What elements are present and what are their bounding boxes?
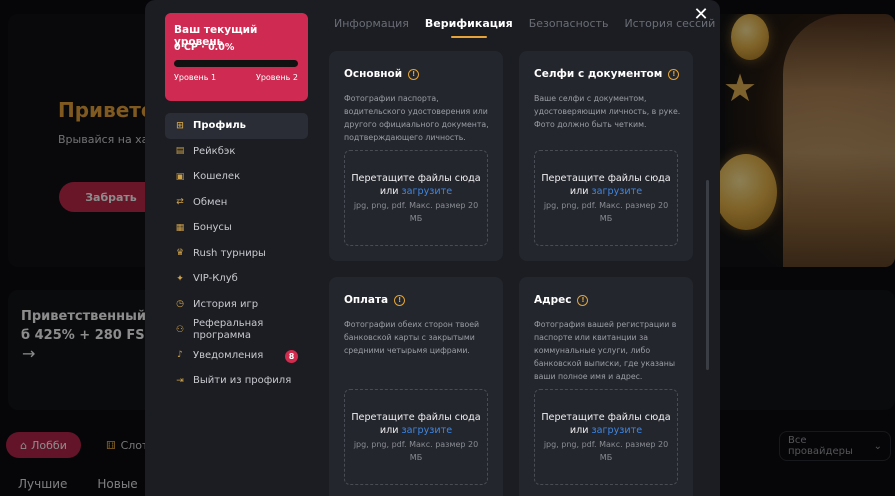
- menu-item-rush-tournaments[interactable]: ♛ Rush турниры: [165, 241, 308, 267]
- menu-item-label: Рейкбэк: [193, 145, 236, 157]
- info-icon[interactable]: !: [394, 294, 406, 306]
- info-icon[interactable]: !: [577, 294, 589, 306]
- tab-security[interactable]: Безопасность: [529, 17, 609, 30]
- level-to: Уровень 2: [255, 73, 298, 82]
- profile-modal: Ваш текущий уровень 0 СР · 0.0% Уровень …: [145, 0, 720, 496]
- level-progress-bar: [174, 60, 298, 67]
- menu-item-label: Rush турниры: [193, 247, 266, 259]
- tab-verification[interactable]: Верификация: [425, 17, 513, 38]
- dropzone-or: или: [379, 424, 399, 436]
- menu-item-label: Обмен: [193, 196, 228, 208]
- menu-item-wallet[interactable]: ▣ Кошелек: [165, 164, 308, 190]
- dropzone-upload-line: или загрузите: [570, 185, 642, 198]
- wallet-icon: ▣: [175, 171, 185, 182]
- menu-item-game-history[interactable]: ◷ История игр: [165, 292, 308, 318]
- card-title: Оплата !: [344, 294, 406, 306]
- menu-item-exchange[interactable]: ⇄ Обмен: [165, 190, 308, 216]
- dropzone-or: или: [569, 185, 589, 197]
- card-title: Адрес !: [534, 294, 589, 306]
- level-from: Уровень 1: [174, 73, 217, 82]
- info-icon[interactable]: !: [668, 68, 680, 80]
- notifications-badge: 8: [285, 349, 298, 363]
- menu-item-referral[interactable]: ⚇ Реферальная программа: [165, 317, 308, 343]
- level-card: Ваш текущий уровень 0 СР · 0.0% Уровень …: [165, 13, 308, 101]
- card-title-text: Оплата: [344, 294, 389, 306]
- verification-card-payment: Оплата ! Фотографии обеих сторон твоей б…: [329, 277, 503, 496]
- card-description: Фотография вашей регистрации в паспорте …: [534, 320, 677, 381]
- dropzone-hint: jpg, png, pdf. Макс. размер 20 МБ: [543, 200, 669, 223]
- verification-card-main: Основной ! Фотографии паспорта, водитель…: [329, 51, 503, 261]
- menu-item-label: Кошелек: [193, 171, 241, 183]
- menu-item-notifications[interactable]: ♪ Уведомления 8: [165, 343, 308, 369]
- dropzone-text: Перетащите файлы сюда: [351, 172, 481, 184]
- menu-item-profile[interactable]: ⊞ Профиль: [165, 113, 308, 139]
- verification-card-address: Адрес ! Фотография вашей регистрации в п…: [519, 277, 693, 496]
- dropzone-hint: jpg, png, pdf. Макс. размер 20 МБ: [353, 439, 479, 462]
- dropzone-upload-line: или загрузите: [380, 185, 452, 198]
- profile-tabs: Информация Верификация Безопасность Исто…: [334, 17, 715, 38]
- trophy-icon: ♛: [175, 248, 185, 259]
- level-value: 0 СР · 0.0%: [174, 42, 235, 53]
- upload-link[interactable]: загрузите: [592, 186, 643, 197]
- menu-item-logout[interactable]: ⇥ Выйти из профиля: [165, 368, 308, 394]
- bell-icon: ♪: [177, 350, 183, 361]
- profile-menu: ⊞ Профиль ▤ Рейкбэк ▣ Кошелек ⇄ Обмен ▦ …: [165, 113, 308, 394]
- card-description: Фотографии обеих сторон твоей банковской…: [344, 320, 480, 355]
- app-screen: Приветс Врывайся на хай Забрать ★ Привет…: [0, 0, 895, 496]
- close-icon[interactable]: ✕: [691, 4, 711, 25]
- menu-item-label: Уведомления: [193, 349, 264, 361]
- file-dropzone[interactable]: Перетащите файлы сюда или загрузите jpg,…: [344, 389, 488, 485]
- dropzone-hint: jpg, png, pdf. Макс. размер 20 МБ: [543, 439, 669, 462]
- upload-link[interactable]: загрузите: [402, 186, 453, 197]
- file-dropzone[interactable]: Перетащите файлы сюда или загрузите jpg,…: [534, 150, 678, 246]
- file-dropzone[interactable]: Перетащите файлы сюда или загрузите jpg,…: [534, 389, 678, 485]
- card-title: Основной !: [344, 68, 420, 80]
- dropzone-hint: jpg, png, pdf. Макс. размер 20 МБ: [353, 200, 479, 223]
- menu-item-label: История игр: [193, 298, 259, 310]
- dropzone-upload-line: или загрузите: [570, 424, 642, 437]
- dropzone-or: или: [569, 424, 589, 436]
- history-icon: ◷: [176, 299, 184, 310]
- info-icon[interactable]: !: [408, 68, 420, 80]
- tab-information[interactable]: Информация: [334, 17, 409, 30]
- menu-item-label: VIP-Клуб: [193, 273, 238, 285]
- menu-item-vip-club[interactable]: ✦ VIP-Клуб: [165, 266, 308, 292]
- dropzone-text: Перетащите файлы сюда: [541, 172, 671, 184]
- menu-item-rakeback[interactable]: ▤ Рейкбэк: [165, 139, 308, 165]
- modal-scrollbar[interactable]: [706, 180, 709, 370]
- referral-icon: ⚇: [175, 324, 185, 335]
- grid-icon: ⊞: [176, 120, 184, 131]
- upload-link[interactable]: загрузите: [592, 425, 643, 436]
- upload-link[interactable]: загрузите: [402, 425, 453, 436]
- card-title-text: Адрес: [534, 294, 572, 306]
- dropzone-or: или: [379, 185, 399, 197]
- file-dropzone[interactable]: Перетащите файлы сюда или загрузите jpg,…: [344, 150, 488, 246]
- menu-item-label: Реферальная программа: [193, 317, 264, 341]
- exchange-icon: ⇄: [176, 197, 184, 208]
- menu-item-bonuses[interactable]: ▦ Бонусы: [165, 215, 308, 241]
- menu-item-label: Бонусы: [193, 222, 232, 234]
- card-title-text: Основной: [344, 68, 403, 80]
- dropzone-text: Перетащите файлы сюда: [541, 411, 671, 423]
- dropzone-text: Перетащите файлы сюда: [351, 411, 481, 423]
- card-title-text: Селфи с документом: [534, 68, 663, 80]
- gift-icon: ▦: [175, 222, 185, 233]
- rakeback-icon: ▤: [175, 146, 185, 157]
- dropzone-upload-line: или загрузите: [380, 424, 452, 437]
- menu-item-label: Профиль: [193, 120, 246, 132]
- card-title: Селфи с документом !: [534, 68, 680, 80]
- card-description: Ваше селфи с документом, удостоверяющим …: [534, 94, 681, 129]
- logout-icon: ⇥: [176, 375, 184, 386]
- verification-card-selfie: Селфи с документом ! Ваше селфи с докуме…: [519, 51, 693, 261]
- card-description: Фотографии паспорта, водительского удост…: [344, 94, 489, 142]
- vip-icon: ✦: [176, 273, 184, 284]
- menu-item-label: Выйти из профиля: [193, 375, 292, 387]
